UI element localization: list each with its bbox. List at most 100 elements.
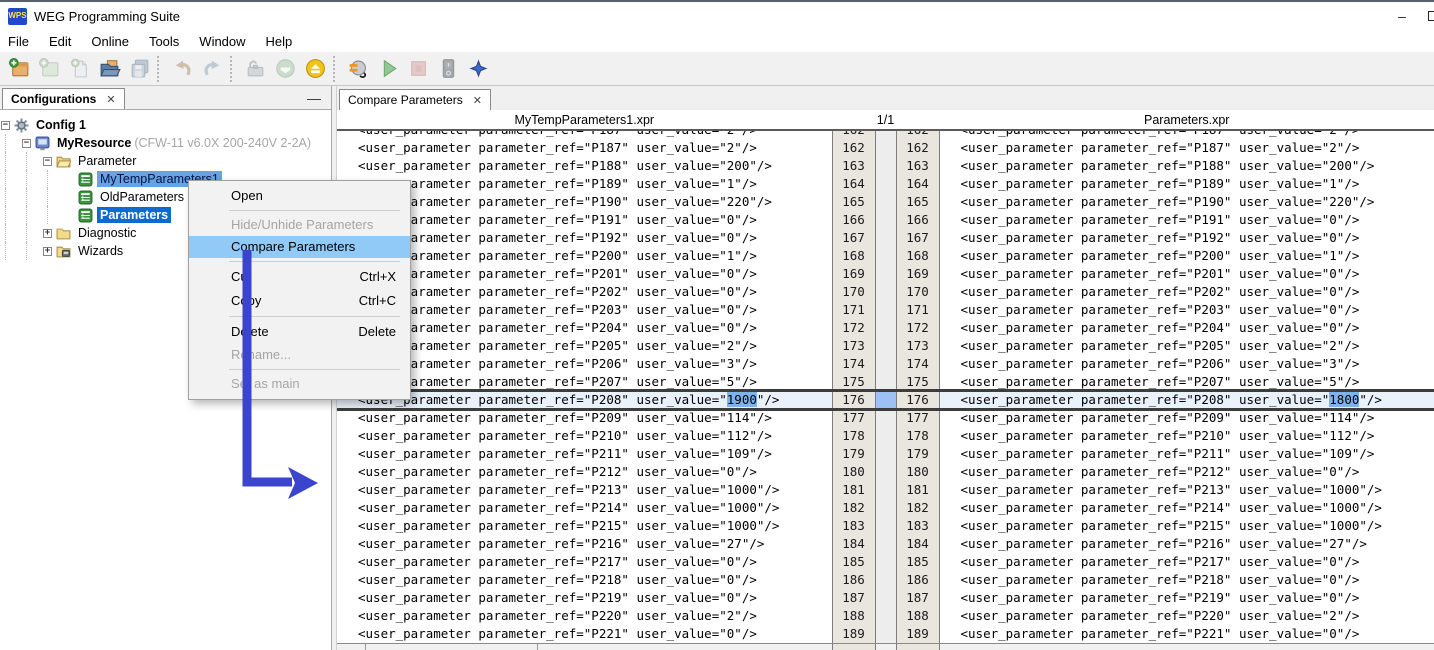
expand-toggle-icon[interactable]: + (43, 247, 52, 256)
menu-help[interactable]: Help (256, 32, 303, 51)
code-row[interactable]: <user_parameter parameter_ref="P201" use… (337, 265, 1434, 283)
connect-button[interactable] (343, 55, 373, 83)
right-code-line[interactable]: <user_parameter parameter_ref="P190" use… (940, 193, 1434, 211)
left-code-line[interactable]: <user_parameter parameter_ref="P219" use… (337, 589, 832, 607)
new-project-button[interactable] (4, 55, 34, 83)
right-code-line[interactable]: <user_parameter parameter_ref="P219" use… (940, 589, 1434, 607)
left-code-line[interactable]: <user_parameter parameter_ref="P216" use… (337, 535, 832, 553)
menu-window[interactable]: Window (189, 32, 255, 51)
menu-item-compare-parameters[interactable]: Compare Parameters (189, 236, 410, 258)
left-code-line[interactable]: <user_parameter parameter_ref="P214" use… (337, 499, 832, 517)
code-row[interactable]: <user_parameter parameter_ref="P204" use… (337, 319, 1434, 337)
menu-online[interactable]: Online (81, 32, 139, 51)
right-code-line[interactable]: <user_parameter parameter_ref="P187" use… (940, 139, 1434, 157)
left-code-line[interactable]: <user_parameter parameter_ref="P220" use… (337, 607, 832, 625)
menu-tools[interactable]: Tools (139, 32, 189, 51)
collapse-panel-icon[interactable]: — (307, 90, 321, 106)
menu-item-copy[interactable]: CopyCtrl+C (189, 289, 410, 313)
left-code-line[interactable]: <user_parameter parameter_ref="P200" use… (337, 247, 832, 265)
left-code-line[interactable]: <user_parameter parameter_ref="P192" use… (337, 229, 832, 247)
minimize-button[interactable]: – (1380, 8, 1424, 24)
right-code-line[interactable]: <user_parameter parameter_ref="P220" use… (940, 607, 1434, 625)
right-code-line[interactable]: <user_parameter parameter_ref="P221" use… (940, 625, 1434, 643)
right-code-line[interactable]: <user_parameter parameter_ref="P200" use… (940, 247, 1434, 265)
right-code-line[interactable]: <user_parameter parameter_ref="P189" use… (940, 175, 1434, 193)
menu-item-delete[interactable]: DeleteDelete (189, 320, 410, 344)
code-row[interactable]: <user_parameter parameter_ref="P189" use… (337, 175, 1434, 193)
right-code-line[interactable]: <user_parameter parameter_ref="P209" use… (940, 409, 1434, 427)
left-code-line[interactable]: <user_parameter parameter_ref="P204" use… (337, 319, 832, 337)
menu-file[interactable]: File (8, 32, 39, 51)
collapse-toggle-icon[interactable]: − (43, 157, 52, 166)
code-row[interactable]: <user_parameter parameter_ref="P220" use… (337, 607, 1434, 625)
left-code-line[interactable]: <user_parameter parameter_ref="P215" use… (337, 517, 832, 535)
left-code-line[interactable]: <user_parameter parameter_ref="P209" use… (337, 409, 832, 427)
open-button[interactable] (94, 55, 124, 83)
right-code-line[interactable]: <user_parameter parameter_ref="P210" use… (940, 427, 1434, 445)
collapse-toggle-icon[interactable]: − (1, 121, 10, 130)
code-row[interactable]: <user_parameter parameter_ref="P200" use… (337, 247, 1434, 265)
code-row[interactable]: <user_parameter parameter_ref="P212" use… (337, 463, 1434, 481)
left-code-line[interactable]: <user_parameter parameter_ref="P208" use… (337, 391, 832, 409)
menu-item-open[interactable]: Open (189, 185, 410, 207)
network-button[interactable] (463, 55, 493, 83)
left-code-line[interactable]: <user_parameter parameter_ref="P212" use… (337, 463, 832, 481)
right-code-line[interactable]: <user_parameter parameter_ref="P201" use… (940, 265, 1434, 283)
code-row[interactable]: <user_parameter parameter_ref="P209" use… (337, 409, 1434, 427)
right-code-line[interactable]: <user_parameter parameter_ref="P216" use… (940, 535, 1434, 553)
diff-row[interactable]: <user_parameter parameter_ref="P208" use… (337, 391, 1434, 409)
left-code-line[interactable]: <user_parameter parameter_ref="P211" use… (337, 445, 832, 463)
code-row[interactable]: <user_parameter parameter_ref="P206" use… (337, 355, 1434, 373)
left-code-line[interactable]: <user_parameter parameter_ref="P191" use… (337, 211, 832, 229)
right-code-line[interactable]: <user_parameter parameter_ref="P188" use… (940, 157, 1434, 175)
left-code-line[interactable]: <user_parameter parameter_ref="P221" use… (337, 625, 832, 643)
tab-configurations[interactable]: Configurations ✕ (2, 88, 125, 109)
code-row[interactable]: <user_parameter parameter_ref="P221" use… (337, 625, 1434, 643)
right-code-line[interactable]: <user_parameter parameter_ref="P187" use… (940, 131, 1434, 139)
right-code-line[interactable]: <user_parameter parameter_ref="P215" use… (940, 517, 1434, 535)
code-row[interactable]: <user_parameter parameter_ref="P217" use… (337, 553, 1434, 571)
right-code-line[interactable]: <user_parameter parameter_ref="P211" use… (940, 445, 1434, 463)
code-row[interactable]: <user_parameter parameter_ref="P205" use… (337, 337, 1434, 355)
run-button[interactable] (373, 55, 403, 83)
code-row[interactable]: <user_parameter parameter_ref="P188" use… (337, 157, 1434, 175)
right-code-line[interactable]: <user_parameter parameter_ref="P204" use… (940, 319, 1434, 337)
left-code-line[interactable]: <user_parameter parameter_ref="P201" use… (337, 265, 832, 283)
close-icon[interactable]: ✕ (473, 94, 482, 107)
right-code-line[interactable]: <user_parameter parameter_ref="P208" use… (940, 391, 1434, 409)
code-row[interactable]: <user_parameter parameter_ref="P216" use… (337, 535, 1434, 553)
left-code-line[interactable]: <user_parameter parameter_ref="P202" use… (337, 283, 832, 301)
right-code-line[interactable]: <user_parameter parameter_ref="P191" use… (940, 211, 1434, 229)
code-row[interactable]: <user_parameter parameter_ref="P190" use… (337, 193, 1434, 211)
right-code-line[interactable]: <user_parameter parameter_ref="P203" use… (940, 301, 1434, 319)
left-code-line[interactable]: <user_parameter parameter_ref="P210" use… (337, 427, 832, 445)
left-code-line[interactable]: <user_parameter parameter_ref="P218" use… (337, 571, 832, 589)
code-row[interactable]: <user_parameter parameter_ref="P218" use… (337, 571, 1434, 589)
close-icon[interactable]: ✕ (106, 93, 115, 106)
code-row[interactable]: <user_parameter parameter_ref="P191" use… (337, 211, 1434, 229)
left-code-line[interactable]: <user_parameter parameter_ref="P187" use… (337, 139, 832, 157)
code-row[interactable]: <user_parameter parameter_ref="P213" use… (337, 481, 1434, 499)
right-code-line[interactable]: <user_parameter parameter_ref="P212" use… (940, 463, 1434, 481)
collapse-toggle-icon[interactable]: − (22, 139, 31, 148)
code-row[interactable]: <user_parameter parameter_ref="P219" use… (337, 589, 1434, 607)
left-code-line[interactable]: <user_parameter parameter_ref="P217" use… (337, 553, 832, 571)
menu-edit[interactable]: Edit (39, 32, 81, 51)
code-row[interactable]: <user_parameter parameter_ref="P202" use… (337, 283, 1434, 301)
right-code-line[interactable]: <user_parameter parameter_ref="P202" use… (940, 283, 1434, 301)
left-code-line[interactable]: <user_parameter parameter_ref="P205" use… (337, 337, 832, 355)
right-code-line[interactable]: <user_parameter parameter_ref="P192" use… (940, 229, 1434, 247)
right-code-line[interactable]: <user_parameter parameter_ref="P213" use… (940, 481, 1434, 499)
tree-item-config-1[interactable]: −Config 1 (0, 116, 331, 134)
code-row[interactable]: <user_parameter parameter_ref="P203" use… (337, 301, 1434, 319)
right-code-line[interactable]: <user_parameter parameter_ref="P214" use… (940, 499, 1434, 517)
left-code-line[interactable]: <user_parameter parameter_ref="P187" use… (337, 131, 832, 139)
right-code-line[interactable]: <user_parameter parameter_ref="P217" use… (940, 553, 1434, 571)
code-row[interactable]: <user_parameter parameter_ref="P187" use… (337, 139, 1434, 157)
left-code-line[interactable]: <user_parameter parameter_ref="P190" use… (337, 193, 832, 211)
code-row[interactable]: <user_parameter parameter_ref="P211" use… (337, 445, 1434, 463)
code-row[interactable]: <user_parameter parameter_ref="P192" use… (337, 229, 1434, 247)
upload-button[interactable] (300, 55, 330, 83)
tree-item-myresource[interactable]: −MyResource (CFW-11 v6.0X 200-240V 2-2A) (0, 134, 331, 152)
right-code-line[interactable]: <user_parameter parameter_ref="P218" use… (940, 571, 1434, 589)
